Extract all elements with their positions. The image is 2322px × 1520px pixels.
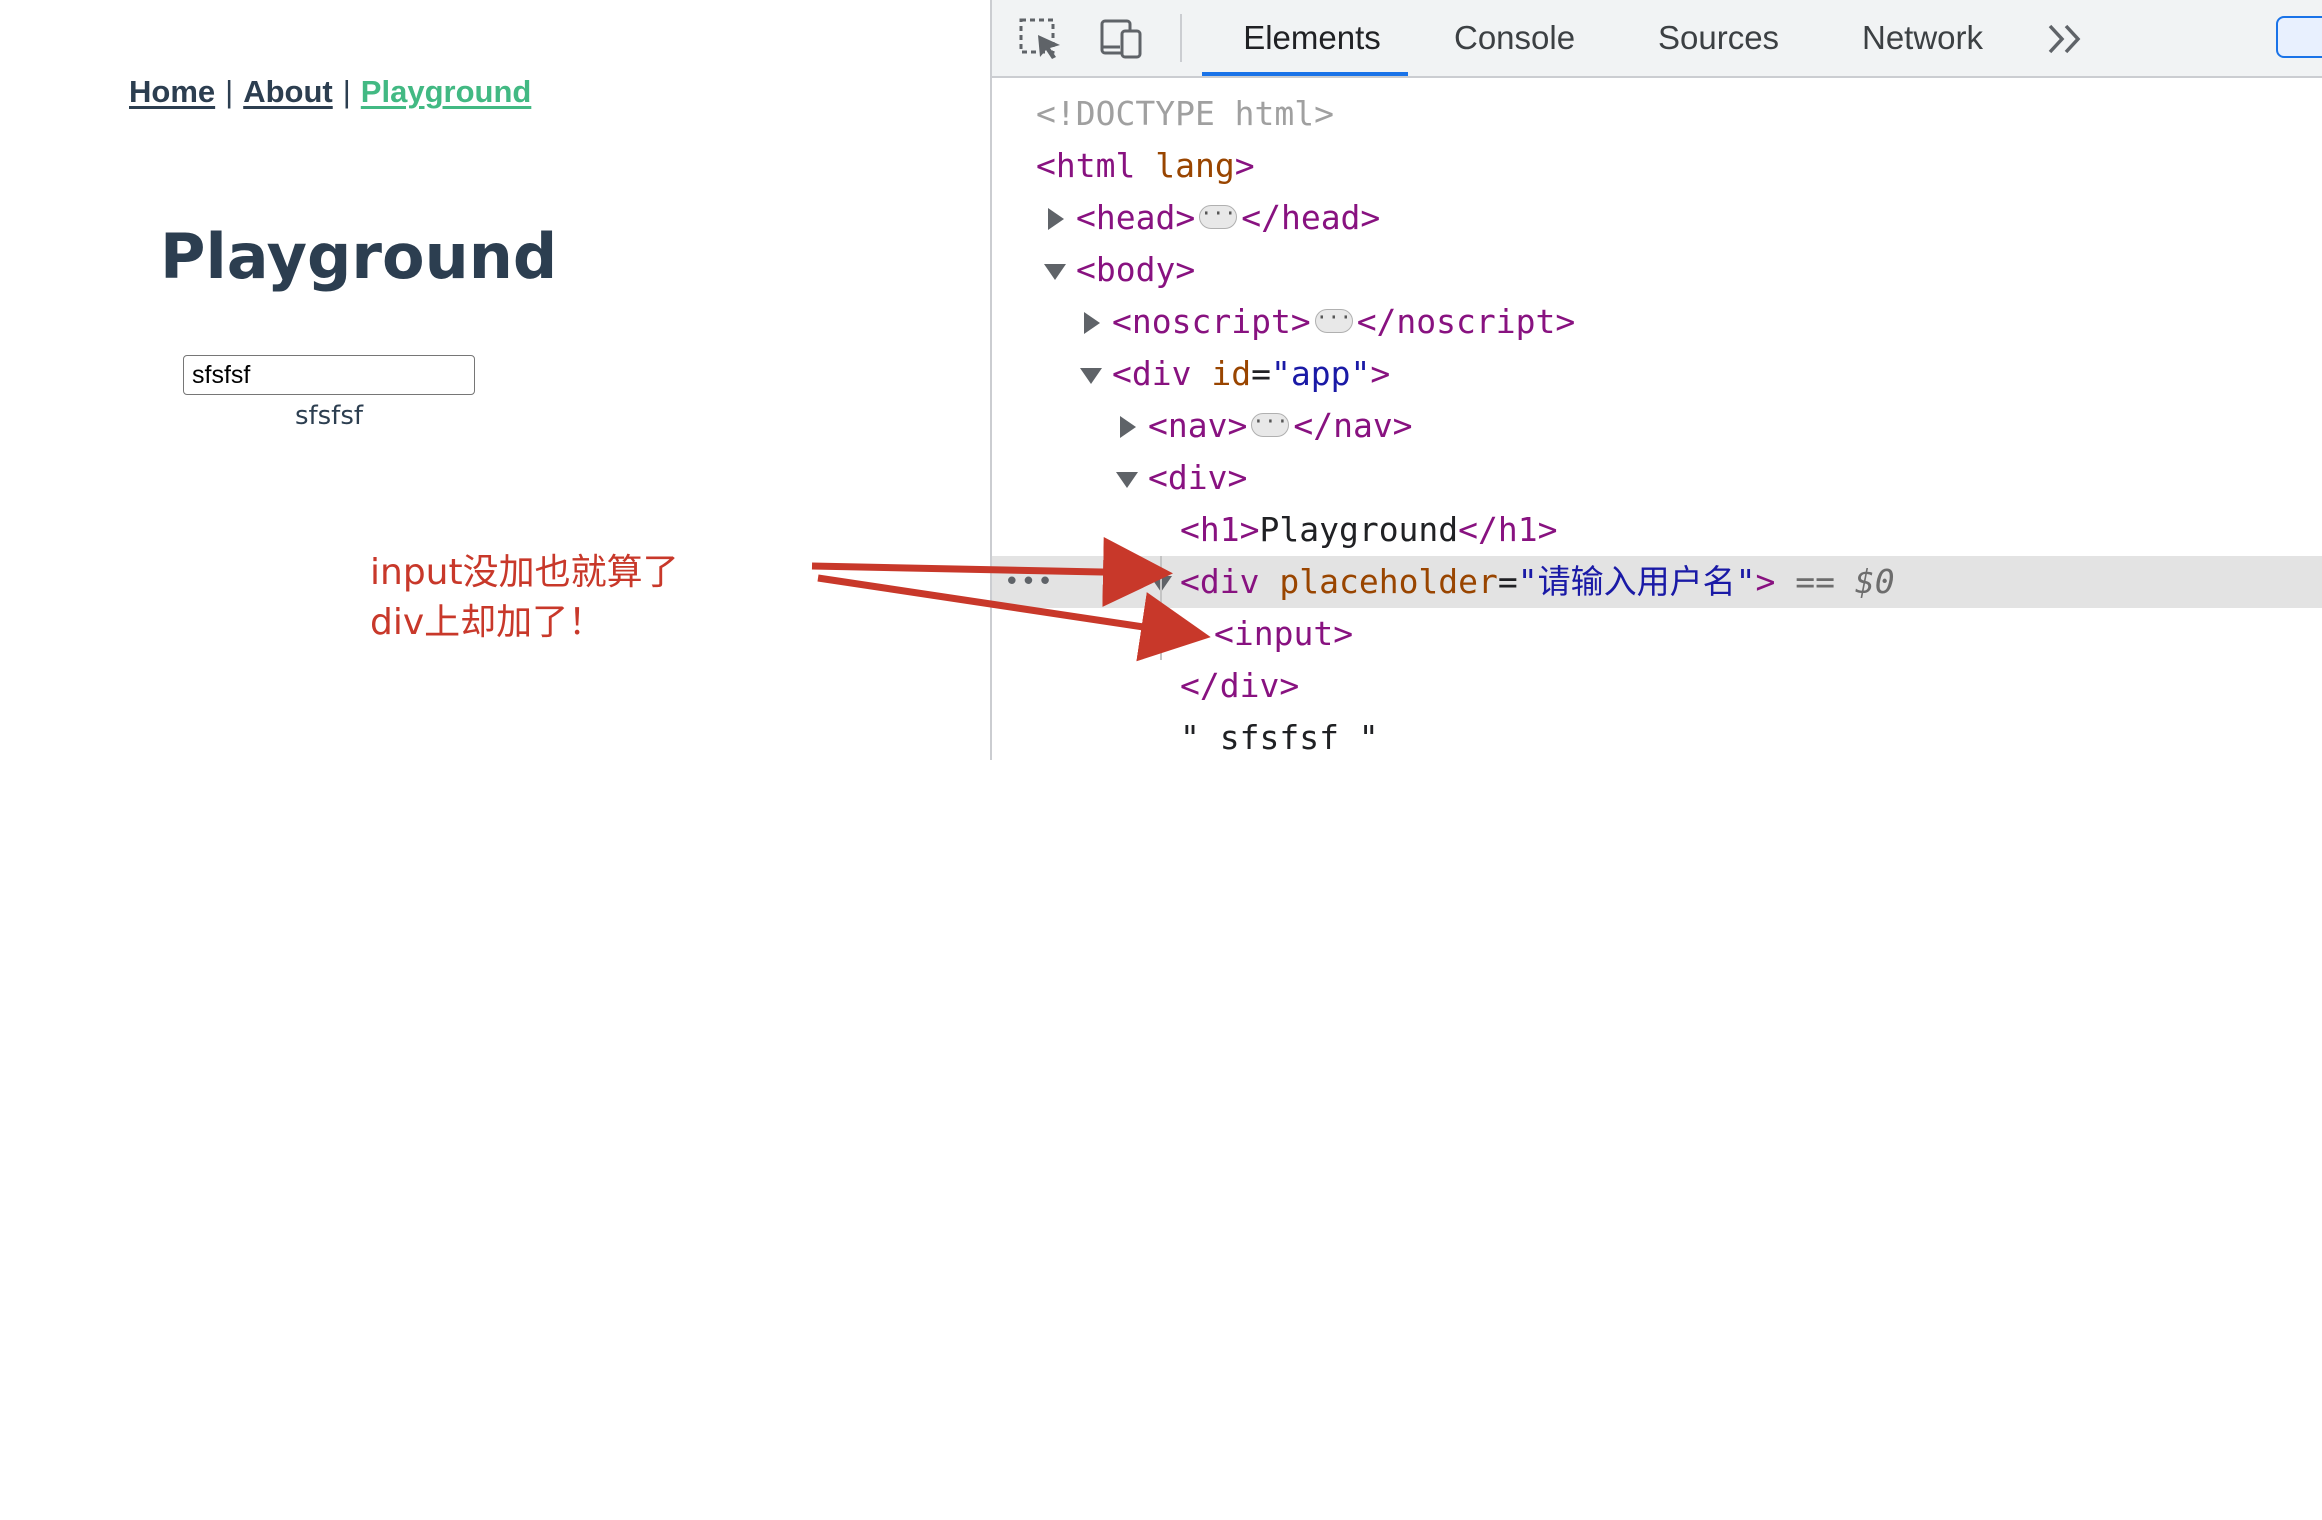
nav-link-playground[interactable]: Playground xyxy=(361,74,532,109)
expand-triangle-icon[interactable] xyxy=(1120,416,1136,438)
html-open-tag: <html xyxy=(1036,146,1136,185)
dom-node-div-app[interactable]: <div id="app"> xyxy=(992,348,2322,400)
div-attr-placeholder-value: "请输入用户名" xyxy=(1517,562,1756,601)
dom-node-text[interactable]: " sfsfsf " xyxy=(992,712,2322,764)
echo-text: sfsfsf xyxy=(294,401,364,431)
dom-node-body[interactable]: <body> xyxy=(992,244,2322,296)
head-close-tag: </head> xyxy=(1241,198,1381,237)
h1-text: Playground xyxy=(1259,510,1459,549)
toolbar-divider xyxy=(1180,14,1182,62)
collapsed-ellipsis-icon[interactable]: ··· xyxy=(1199,203,1238,229)
collapsed-ellipsis-icon[interactable]: ··· xyxy=(1251,411,1290,437)
dom-node-h1[interactable]: <h1>Playground</h1> xyxy=(992,504,2322,556)
expand-triangle-icon[interactable] xyxy=(1084,312,1100,334)
expand-triangle-icon[interactable] xyxy=(1048,208,1064,230)
attr-equals: = xyxy=(1251,354,1271,393)
dom-node-div-placeholder-selected[interactable]: ••• <div placeholder="请输入用户名"> == $0 xyxy=(992,556,2322,608)
app-page: Home | About | Playground Playground sfsfsf … xyxy=(0,0,990,760)
html-close-bracket: > xyxy=(1234,146,1255,185)
input-tag: <input> xyxy=(1214,614,1354,653)
dom-node-head[interactable]: <head> ··· </head> xyxy=(992,192,2322,244)
active-tab-indicator xyxy=(1202,72,1408,76)
nav-separator: | xyxy=(342,74,351,109)
nav-close-tag: </nav> xyxy=(1293,406,1413,445)
div-open-tag: <div xyxy=(1112,354,1192,393)
div-attr-id-value: "app" xyxy=(1270,354,1371,393)
row-actions-ellipsis-icon[interactable]: ••• xyxy=(1004,556,1054,608)
annotation-line-2: div上却加了！ xyxy=(370,602,605,643)
dom-node-div-close[interactable]: </div> xyxy=(992,660,2322,712)
text-node-value: " sfsfsf " xyxy=(1180,718,1379,757)
noscript-open-tag: <noscript> xyxy=(1112,302,1311,341)
div-plain-tag: <div> xyxy=(1148,458,1248,497)
feedback-icon[interactable] xyxy=(2276,16,2322,58)
div-open-tag: <div xyxy=(1180,562,1260,601)
indent-guide xyxy=(1160,556,1162,660)
nav-link-about[interactable]: About xyxy=(243,74,333,109)
nav-link-home[interactable]: Home xyxy=(129,74,215,109)
html-attr-lang: lang xyxy=(1155,146,1235,185)
div-close-tag: </div> xyxy=(1180,666,1300,705)
head-open-tag: <head> xyxy=(1076,198,1196,237)
tab-console[interactable]: Console xyxy=(1454,0,1575,76)
dom-tree: <!DOCTYPE html> <html lang> <head> ··· </h… xyxy=(992,78,2322,760)
more-tabs-chevron-icon[interactable] xyxy=(2044,20,2088,58)
div-close-bracket: > xyxy=(1755,562,1776,601)
body-open-tag: <body> xyxy=(1076,250,1196,289)
device-toolbar-icon[interactable] xyxy=(1098,17,1144,59)
dom-node-input[interactable]: <input> xyxy=(992,608,2322,660)
devtools-panel: Elements Console Sources Network <!DOCTY… xyxy=(990,0,2322,760)
nav-open-tag: <nav> xyxy=(1148,406,1248,445)
selected-marker: == xyxy=(1795,562,1855,601)
attr-equals: = xyxy=(1497,562,1518,601)
inspect-element-icon[interactable] xyxy=(1018,17,1064,59)
collapse-triangle-icon[interactable] xyxy=(1044,264,1066,280)
tab-elements[interactable]: Elements xyxy=(1216,0,1408,76)
noscript-close-tag: </noscript> xyxy=(1356,302,1576,341)
tab-sources[interactable]: Sources xyxy=(1658,0,1779,76)
h1-open-tag: <h1> xyxy=(1180,510,1260,549)
div-attr-placeholder: placeholder xyxy=(1279,562,1498,601)
selected-var: $0 xyxy=(1854,562,1895,601)
tab-network[interactable]: Network xyxy=(1862,0,1983,76)
app-nav: Home | About | Playground xyxy=(129,74,531,110)
div-attr-id: id xyxy=(1211,354,1252,393)
collapse-triangle-icon[interactable] xyxy=(1116,472,1138,488)
dom-node-div[interactable]: <div> xyxy=(992,452,2322,504)
dom-node-html[interactable]: <html lang> xyxy=(992,140,2322,192)
dom-node-noscript[interactable]: <noscript> ··· </noscript> xyxy=(992,296,2322,348)
dom-node-nav[interactable]: <nav> ··· </nav> xyxy=(992,400,2322,452)
page-title: Playground xyxy=(160,220,558,293)
dom-node-doctype[interactable]: <!DOCTYPE html> xyxy=(992,88,2322,140)
doctype-text: <!DOCTYPE html> xyxy=(1036,94,1335,133)
annotation-text: input没加也就算了 div上却加了！ xyxy=(370,548,679,648)
devtools-toolbar: Elements Console Sources Network xyxy=(992,0,2322,78)
div-close-bracket: > xyxy=(1370,354,1391,393)
collapse-triangle-icon[interactable] xyxy=(1080,368,1102,384)
h1-close-tag: </h1> xyxy=(1458,510,1558,549)
annotation-line-1: input没加也就算了 xyxy=(370,552,679,593)
nav-separator: | xyxy=(225,74,234,109)
username-input[interactable] xyxy=(183,355,475,395)
collapsed-ellipsis-icon[interactable]: ··· xyxy=(1314,307,1353,333)
